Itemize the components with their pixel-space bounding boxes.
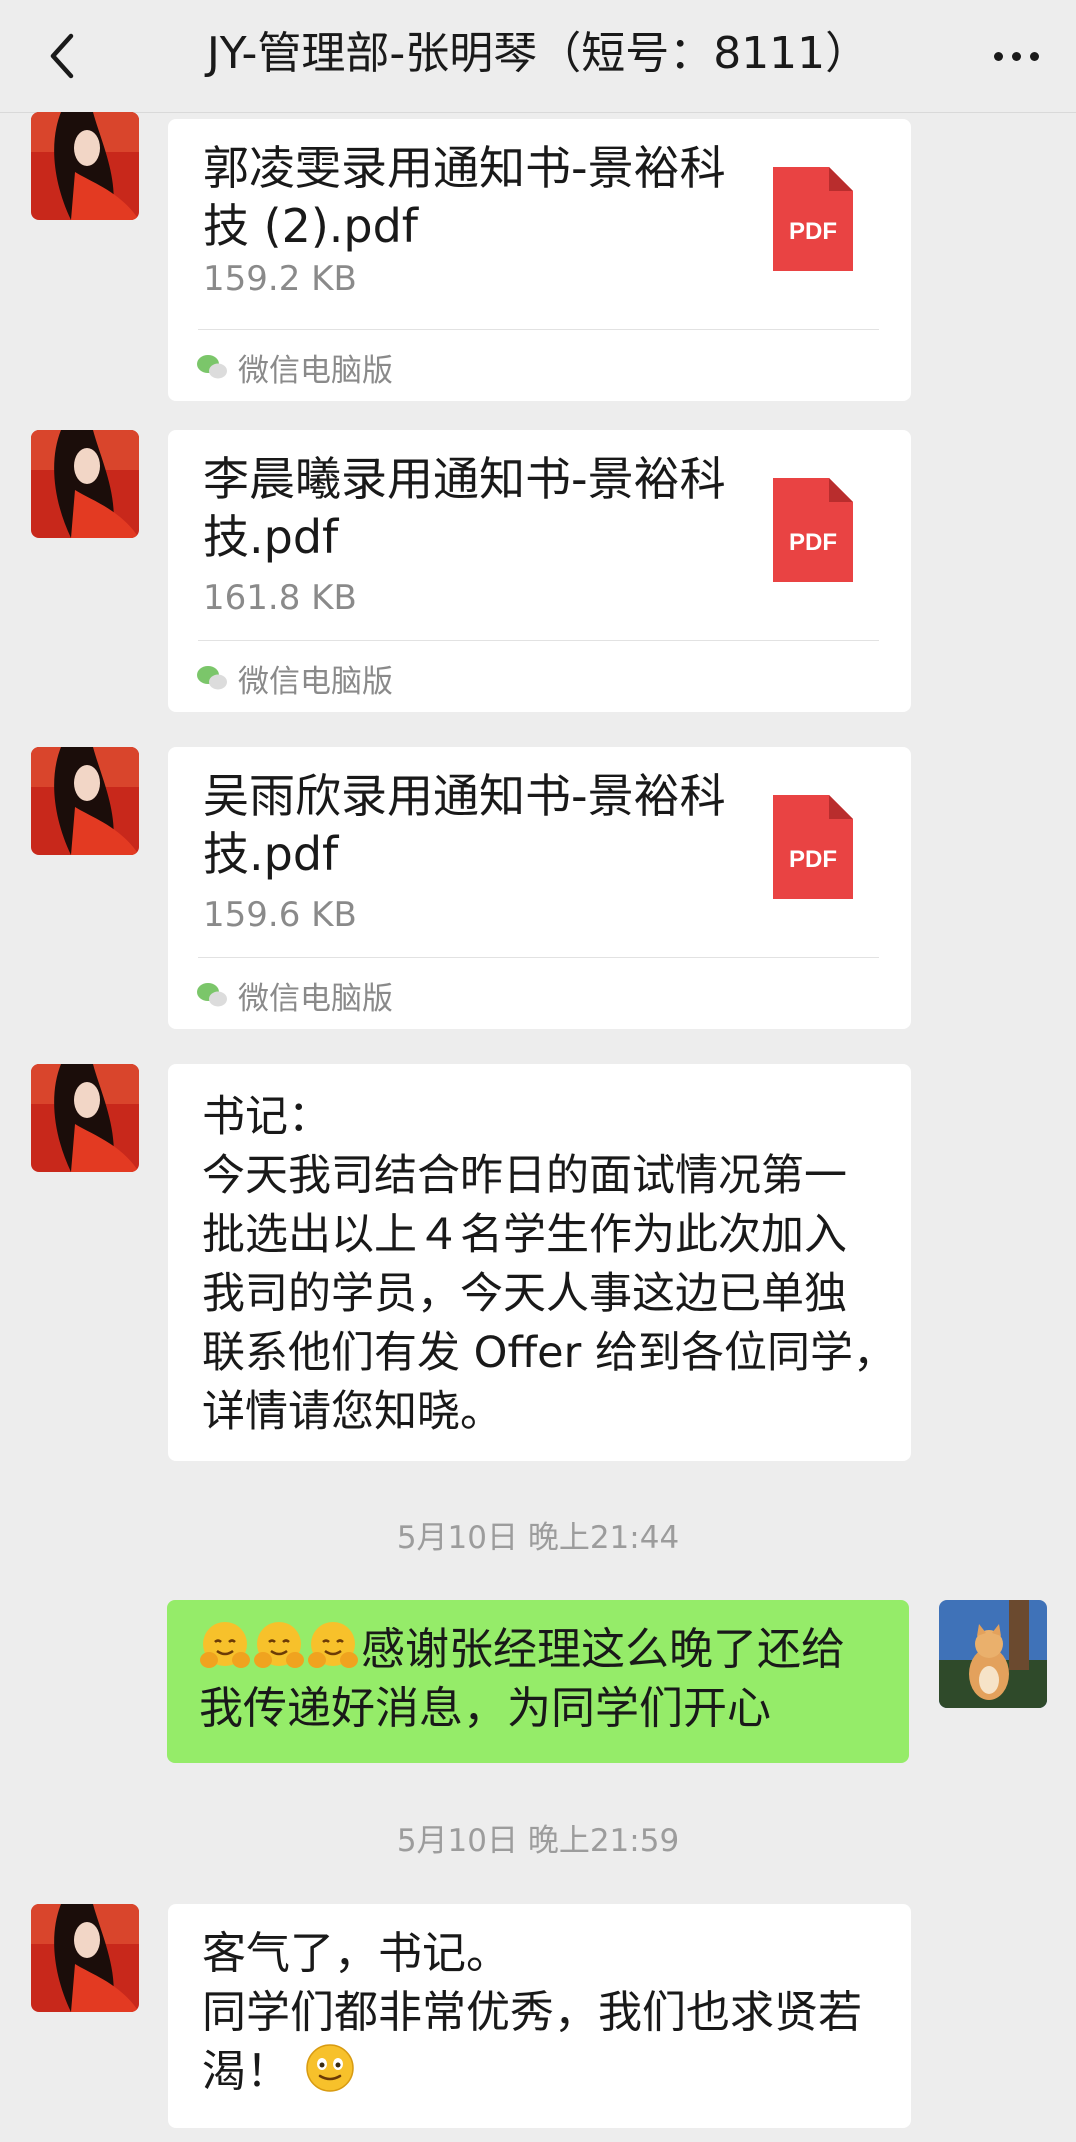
file-name-line: 技 (2).pdf xyxy=(203,199,418,253)
file-name: 吴雨欣录用通知书-景裕科 技.pdf xyxy=(203,767,763,883)
self-avatar[interactable] xyxy=(939,1600,1047,1708)
file-name-line: 技.pdf xyxy=(203,827,339,881)
message-line: 我传递好消息，为同学们开心 xyxy=(199,1683,771,1734)
file-source-label: 微信电脑版 xyxy=(238,663,393,700)
contact-avatar[interactable] xyxy=(31,112,139,220)
hug-emoji xyxy=(308,1622,358,1668)
chevron-left-icon xyxy=(50,33,74,79)
divider xyxy=(198,640,879,641)
message-text: 感谢张经理这么晚了还给 xyxy=(361,1624,845,1675)
contact-avatar[interactable] xyxy=(31,1064,139,1172)
file-source: 微信电脑版 xyxy=(196,656,393,700)
message-line: 同学们都非常优秀，我们也求贤若 xyxy=(202,1987,862,2038)
message-line: 批选出以上４名学生作为此次加入 xyxy=(202,1210,847,1260)
avatar-image xyxy=(31,747,139,855)
file-size: 161.8 KB xyxy=(203,578,357,618)
file-size: 159.6 KB xyxy=(203,895,357,935)
hug-emoji xyxy=(200,1622,250,1668)
avatar-image xyxy=(31,430,139,538)
wechat-icon xyxy=(197,666,227,690)
more-dot xyxy=(1029,51,1039,61)
chat-title: JY-管理部-张明琴（短号：8111） xyxy=(206,28,870,79)
pdf-file-icon: PDF xyxy=(773,478,853,582)
pdf-icon-label: PDF xyxy=(789,846,837,873)
avatar-image xyxy=(31,112,139,220)
cat-avatar-image xyxy=(939,1600,1047,1708)
message-line: 我司的学员，今天人事这边已单独 xyxy=(202,1269,847,1319)
contact-avatar[interactable] xyxy=(31,1904,139,2012)
file-name-line: 技.pdf xyxy=(203,510,339,564)
file-name: 郭凌雯录用通知书-景裕科 技 (2).pdf xyxy=(203,139,763,255)
smile-emoji xyxy=(306,2044,354,2092)
file-source-label: 微信电脑版 xyxy=(238,352,393,389)
message-line: 感谢张经理这么晚了还给 xyxy=(199,1620,881,1679)
pdf-icon-label: PDF xyxy=(789,529,837,556)
back-button[interactable] xyxy=(34,28,90,84)
message-line: 联系他们有发 Offer 给到各位同学， xyxy=(202,1328,896,1378)
more-button[interactable] xyxy=(984,28,1048,84)
text-message[interactable]: 客气了，书记。 同学们都非常优秀，我们也求贤若 渴！ xyxy=(168,1904,911,2128)
timestamp: 5月10日 晚上21:59 xyxy=(396,1823,680,1859)
text-message[interactable]: 书记： 今天我司结合昨日的面试情况第一 批选出以上４名学生作为此次加入 我司的学… xyxy=(168,1064,911,1461)
timestamp: 5月10日 晚上21:44 xyxy=(396,1520,680,1556)
contact-avatar[interactable] xyxy=(31,430,139,538)
avatar-image xyxy=(31,1064,139,1172)
wechat-icon xyxy=(197,983,227,1007)
file-name-line: 李晨曦录用通知书-景裕科 xyxy=(203,452,726,506)
file-name: 李晨曦录用通知书-景裕科 技.pdf xyxy=(203,450,763,566)
more-dots-icon xyxy=(993,51,1003,61)
pdf-icon-label: PDF xyxy=(789,218,837,245)
file-size: 159.2 KB xyxy=(203,259,357,299)
message-line: 详情请您知晓。 xyxy=(202,1387,503,1437)
pdf-file-icon: PDF xyxy=(773,167,853,271)
message-line: 书记： xyxy=(202,1092,331,1142)
pdf-file-icon: PDF xyxy=(773,795,853,899)
file-source: 微信电脑版 xyxy=(196,973,393,1017)
file-source-label: 微信电脑版 xyxy=(238,980,393,1017)
divider xyxy=(198,957,879,958)
self-text-message[interactable]: 感谢张经理这么晚了还给 我传递好消息，为同学们开心 xyxy=(167,1600,909,1763)
file-name-line: 郭凌雯录用通知书-景裕科 xyxy=(203,141,726,195)
contact-avatar[interactable] xyxy=(31,747,139,855)
file-message[interactable]: 吴雨欣录用通知书-景裕科 技.pdf 159.6 KB PDF 微信电脑版 xyxy=(168,747,911,1029)
more-dot xyxy=(1011,51,1021,61)
file-message[interactable]: 郭凌雯录用通知书-景裕科 技 (2).pdf 159.2 KB PDF 微信电脑… xyxy=(168,119,911,401)
file-name-line: 吴雨欣录用通知书-景裕科 xyxy=(203,769,726,823)
avatar-image xyxy=(31,1904,139,2012)
hug-emoji xyxy=(254,1622,304,1668)
message-line: 渴！ xyxy=(202,2042,883,2101)
file-source: 微信电脑版 xyxy=(196,345,393,389)
file-message[interactable]: 李晨曦录用通知书-景裕科 技.pdf 161.8 KB PDF 微信电脑版 xyxy=(168,430,911,712)
divider xyxy=(198,329,879,330)
message-line: 今天我司结合昨日的面试情况第一 xyxy=(202,1151,847,1201)
message-text: 渴！ xyxy=(202,2046,290,2097)
top-bar: JY-管理部-张明琴（短号：8111） xyxy=(0,0,1076,113)
message-line: 客气了，书记。 xyxy=(202,1928,510,1979)
wechat-icon xyxy=(197,355,227,379)
